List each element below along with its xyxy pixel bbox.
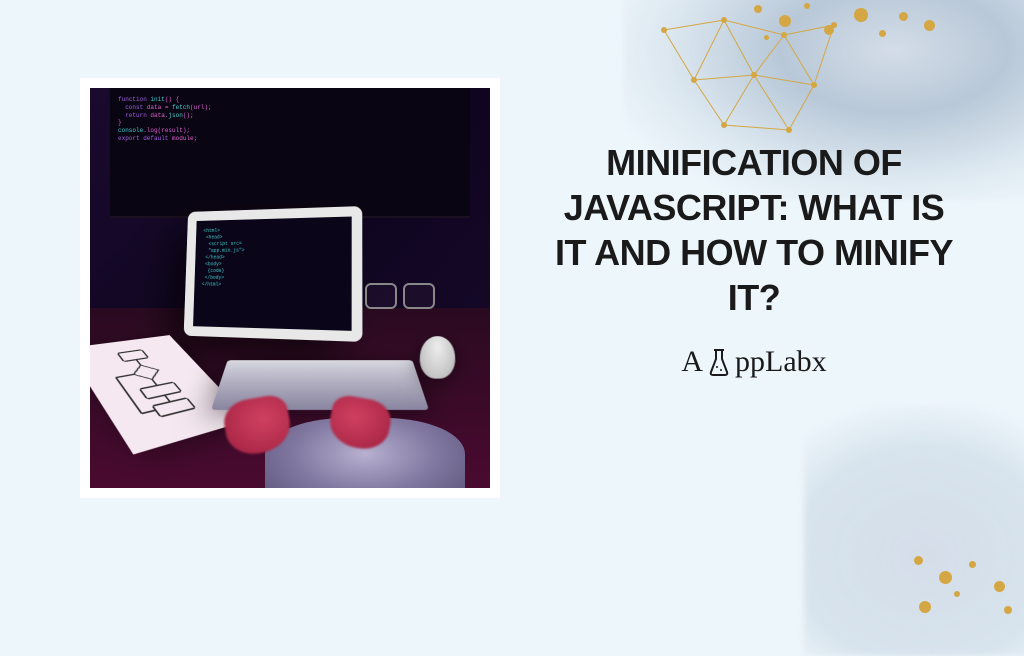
watercolor-decoration-bottom [804,406,1024,656]
glasses [365,283,435,308]
gold-geometric-network [644,10,844,140]
monitor-screen: function init() { const data = fetch(url… [110,88,470,218]
hands-typing [210,368,450,488]
flask-icon [709,347,729,377]
page-title: MINIFICATION OF JAVASCRIPT: WHAT IS IT A… [544,140,964,320]
brand-suffix: ppLabx [735,345,827,379]
content-area: MINIFICATION OF JAVASCRIPT: WHAT IS IT A… [544,140,964,379]
hero-photo: function init() { const data = fetch(url… [90,88,490,488]
hero-photo-frame: function init() { const data = fetch(url… [80,78,500,498]
brand-prefix: A [681,345,703,379]
brand-logo: A ppLabx [544,345,964,379]
tablet-device: <html> <head> <script src= "app.min.js">… [184,206,363,342]
